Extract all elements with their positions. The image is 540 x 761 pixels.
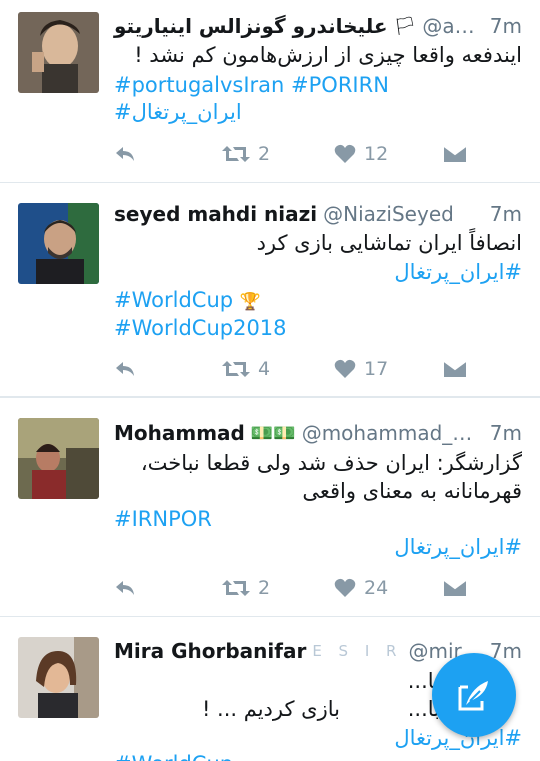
like-button[interactable]: 24 <box>334 577 388 599</box>
tweet-header: علیخاندرو گونزالس اینیاریتو 🏳 @arir93 7m <box>114 12 522 40</box>
trophy-icon: 🏆 <box>239 292 261 312</box>
hashtag-line: #WorldCup 🏆 <box>114 286 522 316</box>
tweet-timestamp[interactable]: 7m <box>490 202 522 226</box>
author-name[interactable]: Mohammad <box>114 421 245 445</box>
reply-button[interactable] <box>114 359 136 379</box>
tweet-text: بازی کردیم ... ! <box>201 697 340 721</box>
tweet-timestamp[interactable]: 7m <box>490 14 522 38</box>
avatar[interactable] <box>18 203 99 284</box>
tweet-text: با... <box>407 669 440 693</box>
retweet-count: 2 <box>258 577 271 599</box>
direct-message-button[interactable] <box>443 359 467 379</box>
flag-badge-icon: 🏳 <box>393 15 417 37</box>
like-button[interactable]: 12 <box>334 143 388 165</box>
author-name[interactable]: Mira Ghorbanifar <box>114 639 306 663</box>
avatar[interactable] <box>18 12 99 93</box>
hashtag-link[interactable]: #IRNPOR <box>114 505 522 533</box>
hashtag-link[interactable]: #portugalvsIran #PORIRN <box>114 71 522 99</box>
hashtag-link[interactable]: #WorldCup <box>114 750 522 761</box>
tweet-actions: 2 24 <box>114 573 522 603</box>
tweet-text: انصافاً ایران تماشایی بازی کرد <box>256 231 522 255</box>
reply-icon <box>116 147 134 161</box>
like-button[interactable]: 17 <box>334 358 388 380</box>
tweet-text: ایندفعه واقعا چیزی از ارزش‌هامون کم نشد … <box>134 43 522 67</box>
tweet-timestamp[interactable]: 7m <box>490 421 522 445</box>
tweet-card[interactable]: علیخاندرو گونزالس اینیاریتو 🏳 @arir93 7m… <box>0 0 540 183</box>
author-handle[interactable]: @arir93 <box>422 14 481 38</box>
heart-icon <box>334 578 356 597</box>
retweet-icon <box>222 361 250 377</box>
hashtag-link[interactable]: #ایران_پرتغال <box>114 533 522 561</box>
retweet-icon <box>222 146 250 162</box>
tweet-header: Mohammad 💵💵 @mohammad_1... 7m <box>114 419 522 447</box>
author-name[interactable]: seyed mahdi niazi <box>114 202 317 226</box>
tweet-text: قهرمانانه به معنای واقعی <box>302 479 522 503</box>
avatar[interactable] <box>18 418 99 499</box>
direct-message-button[interactable] <box>443 144 467 164</box>
author-handle[interactable]: @mohammad_1... <box>302 421 482 445</box>
badge-text: E S I R <box>312 642 403 660</box>
reply-icon <box>116 581 134 595</box>
like-count: 12 <box>364 143 389 165</box>
retweet-button[interactable]: 4 <box>222 358 270 380</box>
compose-tweet-icon <box>458 681 488 711</box>
like-count: 24 <box>364 577 389 599</box>
retweet-button[interactable]: 2 <box>222 577 270 599</box>
retweet-icon <box>222 580 250 596</box>
hashtag-link[interactable]: #ایران_پرتغال <box>114 98 522 126</box>
hashtag-link[interactable]: #ایران_پرتغال <box>114 258 522 286</box>
reply-icon <box>116 362 134 376</box>
like-count: 17 <box>364 358 389 380</box>
avatar[interactable] <box>18 637 99 718</box>
retweet-button[interactable]: 2 <box>222 143 270 165</box>
direct-message-icon <box>443 579 467 596</box>
tweet-header: seyed mahdi niazi @NiaziSeyed 7m <box>114 200 522 228</box>
compose-tweet-button[interactable] <box>432 653 516 737</box>
reply-button[interactable] <box>114 144 136 164</box>
divider <box>0 616 540 617</box>
author-handle[interactable]: @NiaziSeyed <box>323 202 482 226</box>
tweet-actions: 2 12 <box>114 139 522 169</box>
tweet-text: گزارشگر: ایران حذف شد ولی قطعا نباخت، <box>140 451 522 475</box>
direct-message-icon <box>443 145 467 162</box>
heart-icon <box>334 359 356 378</box>
hashtag-link[interactable]: #WorldCup <box>114 288 233 312</box>
retweet-count: 2 <box>258 143 271 165</box>
divider <box>0 397 540 398</box>
retweet-count: 4 <box>258 358 271 380</box>
reply-button[interactable] <box>114 578 136 598</box>
tweet-actions: 4 17 <box>114 354 522 384</box>
direct-message-icon <box>443 360 467 377</box>
author-name[interactable]: علیخاندرو گونزالس اینیاریتو <box>114 14 388 38</box>
hashtag-link[interactable]: #WorldCup2018 <box>114 314 522 342</box>
money-badge-icon: 💵💵 <box>250 422 296 444</box>
direct-message-button[interactable] <box>443 578 467 598</box>
heart-icon <box>334 144 356 163</box>
